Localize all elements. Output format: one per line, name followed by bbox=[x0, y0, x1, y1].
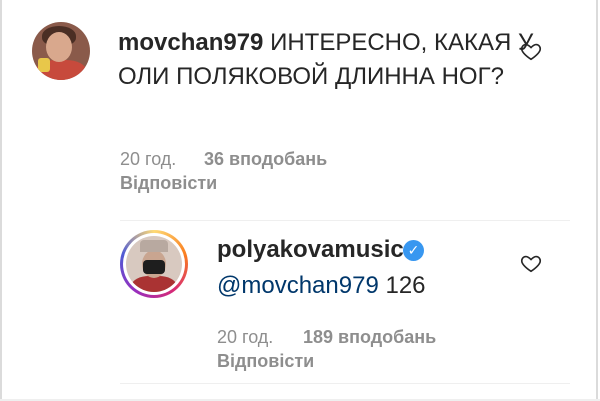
panel-left-border bbox=[0, 0, 2, 401]
reply-mention[interactable]: @movchan979 bbox=[217, 272, 379, 299]
heart-outline-icon[interactable] bbox=[520, 252, 542, 274]
comment-likes-count[interactable]: 36 вподобань bbox=[204, 148, 327, 170]
comment-body: movchan979 ИНТЕРЕСНО, КАКАЯ У ОЛИ ПОЛЯКО… bbox=[118, 26, 558, 94]
panel-right-border bbox=[596, 0, 598, 401]
comment-reply-button[interactable]: Відповісти bbox=[120, 172, 217, 194]
reply-likes-count[interactable]: 189 вподобань bbox=[303, 326, 436, 348]
heart-outline-icon[interactable] bbox=[520, 40, 542, 62]
reply-text: 126 bbox=[378, 272, 426, 299]
reply-avatar[interactable] bbox=[126, 236, 182, 292]
comment-timestamp[interactable]: 20 год. bbox=[120, 148, 176, 170]
reply-username[interactable]: polyakovamusic bbox=[217, 234, 404, 266]
comment-username[interactable]: movchan979 bbox=[118, 29, 263, 56]
thread-divider bbox=[120, 220, 570, 221]
reply-reply-button[interactable]: Відповісти bbox=[217, 350, 314, 372]
commenter-avatar[interactable] bbox=[32, 22, 90, 80]
story-ring[interactable] bbox=[120, 230, 188, 298]
reply-body: @movchan979 126 bbox=[217, 270, 426, 302]
reply-timestamp[interactable]: 20 год. bbox=[217, 326, 273, 348]
comments-panel: movchan979 ИНТЕРЕСНО, КАКАЯ У ОЛИ ПОЛЯКО… bbox=[0, 0, 600, 401]
verified-badge-icon: ✓ bbox=[403, 240, 424, 261]
thread-divider bbox=[120, 383, 570, 384]
